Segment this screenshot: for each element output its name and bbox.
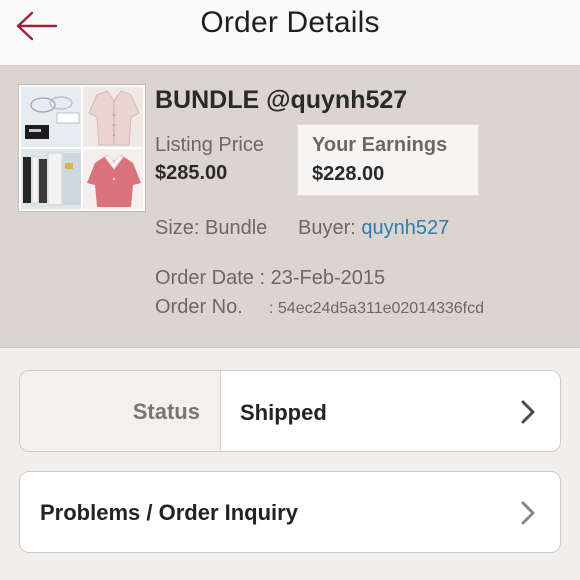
status-label: Status xyxy=(132,399,200,424)
order-number: Order No. : 54ec24d5a311e02014336fcd xyxy=(155,296,484,319)
earnings-value: $228.00 xyxy=(312,163,385,185)
order-inquiry-label: Problems / Order Inquiry xyxy=(40,500,298,525)
order-date: Order Date : 23-Feb-2015 xyxy=(155,267,386,289)
buyer-line: Buyer: quynh527 xyxy=(298,217,449,240)
bundle-thumbnail[interactable] xyxy=(18,84,146,212)
thumbnail-pink-cardigan xyxy=(83,87,143,147)
listing-title: BUNDLE @quynh527 xyxy=(155,86,408,114)
earnings-label: Your Earnings xyxy=(312,134,448,156)
buyer-label: Buyer: xyxy=(298,217,356,239)
listing-price-label: Listing Price xyxy=(155,134,264,156)
header-bar: Order Details xyxy=(0,0,580,66)
order-number-value: : 54ec24d5a311e02014336fcd xyxy=(269,300,485,317)
chevron-right-icon xyxy=(521,400,535,424)
status-value: Shipped xyxy=(240,400,327,425)
thumbnail-accessories xyxy=(21,87,81,147)
buyer-link[interactable]: quynh527 xyxy=(361,217,449,239)
earnings-box: Your Earnings $228.00 xyxy=(297,124,479,196)
order-inquiry-row[interactable]: Problems / Order Inquiry xyxy=(19,471,561,553)
thumbnail-books xyxy=(21,149,81,209)
status-row[interactable]: Status Shipped xyxy=(19,370,561,452)
page-title: Order Details xyxy=(200,6,380,39)
thumbnail-pink-blouse xyxy=(83,149,143,209)
chevron-right-icon xyxy=(521,501,535,525)
listing-price-value: $285.00 xyxy=(155,162,228,184)
order-number-label: Order No. xyxy=(155,296,243,318)
size-text: Size: Bundle xyxy=(155,217,268,239)
status-label-cell: Status xyxy=(20,371,221,451)
